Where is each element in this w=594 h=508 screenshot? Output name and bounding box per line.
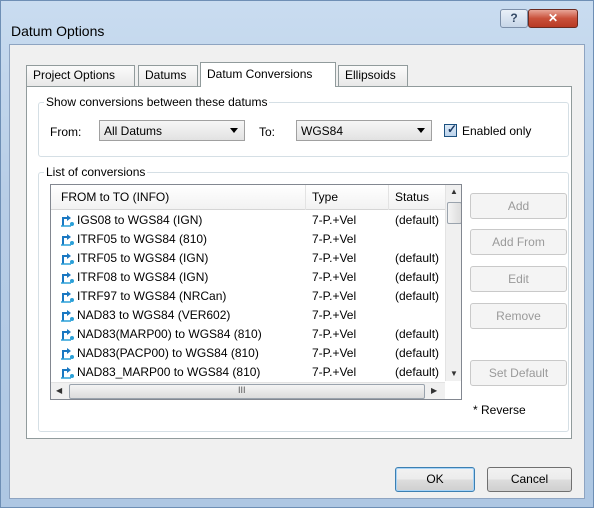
enabled-only-checkbox[interactable]: ✓ [444,122,458,137]
conversion-arrow-icon [61,310,74,322]
to-datum-value: WGS84 [301,124,344,138]
tab-label: Datums [145,68,187,82]
title-bar[interactable]: Datum Options ? ✕ [1,1,594,45]
scroll-right-icon[interactable]: ▶ [431,386,437,395]
conversion-type: 7-P.+Vel [312,308,357,322]
column-divider[interactable] [305,185,306,210]
to-label: To: [259,125,276,139]
checkmark-icon: ✓ [447,122,458,136]
conversion-status: (default) [395,289,440,303]
from-label: From: [50,125,82,139]
from-datum-select[interactable]: All Datums [99,120,245,141]
reverse-note: * Reverse [473,403,526,417]
conversion-arrow-icon [61,253,74,265]
tab-ellipsoids[interactable]: Ellipsoids [338,65,408,86]
scroll-down-icon[interactable]: ▼ [450,369,458,378]
add-button[interactable]: Add [470,193,567,219]
close-icon: ✕ [547,11,559,25]
table-row[interactable]: NAD83 to WGS84 (VER602) 7-P.+Vel [51,306,445,325]
scroll-left-icon[interactable]: ◀ [56,386,62,395]
tab-project-options[interactable]: Project Options [26,65,135,86]
add-from-button[interactable]: Add From [470,229,567,255]
set-default-button[interactable]: Set Default [470,360,567,386]
conversion-status: (default) [395,251,440,265]
conversion-status: (default) [395,270,440,284]
tab-label: Datum Conversions [207,67,313,81]
list-header: FROM to TO (INFO) Type Status [51,185,445,210]
table-row[interactable]: IGS08 to WGS84 (IGN) 7-P.+Vel (default) [51,211,445,230]
conversion-arrow-icon [61,272,74,284]
conversion-name: ITRF08 to WGS84 (IGN) [77,270,209,284]
vertical-scrollbar[interactable]: ▲ ▼ [445,185,461,381]
close-button[interactable]: ✕ [528,9,578,28]
help-button[interactable]: ? [500,9,528,28]
group-title: Show conversions between these datums [44,95,270,109]
conversion-name: ITRF05 to WGS84 (IGN) [77,251,209,265]
table-row[interactable]: ITRF08 to WGS84 (IGN) 7-P.+Vel (default) [51,268,445,287]
window-title: Datum Options [11,23,105,39]
conversion-arrow-icon [61,367,74,379]
to-datum-select[interactable]: WGS84 [296,120,432,141]
tab-datum-conversions[interactable]: Datum Conversions [200,62,336,87]
conversion-status: (default) [395,327,440,341]
scroll-grip-label: III [238,385,246,395]
table-row[interactable]: NAD83(PACP00) to WGS84 (810) 7-P.+Vel (def… [51,344,445,363]
horizontal-scroll-thumb[interactable]: III [69,384,425,399]
conversion-arrow-icon [61,215,74,227]
conversion-status: (default) [395,213,440,227]
tab-label: Project Options [33,68,116,82]
tab-datums[interactable]: Datums [138,65,198,86]
column-header-status[interactable]: Status [395,190,429,204]
conversion-type: 7-P.+Vel [312,270,357,284]
conversion-type: 7-P.+Vel [312,251,357,265]
table-row[interactable]: ITRF05 to WGS84 (810) 7-P.+Vel [51,230,445,249]
conversion-name: ITRF05 to WGS84 (810) [77,232,208,246]
conversion-type: 7-P.+Vel [312,213,357,227]
conversion-arrow-icon [61,348,74,360]
enabled-only-label[interactable]: Enabled only [462,124,531,138]
tab-label: Ellipsoids [345,68,396,82]
question-mark-icon: ? [510,11,518,25]
conversion-arrow-icon [61,329,74,341]
column-divider[interactable] [388,185,389,210]
chevron-down-icon [417,128,425,133]
table-row[interactable]: ITRF05 to WGS84 (IGN) 7-P.+Vel (default) [51,249,445,268]
edit-button[interactable]: Edit [470,266,567,292]
vertical-scroll-thumb[interactable] [447,202,461,224]
conversion-name: ITRF97 to WGS84 (NRCan) [77,289,227,303]
chevron-down-icon [230,128,238,133]
conversion-name: IGS08 to WGS84 (IGN) [77,213,203,227]
conversion-name: NAD83(MARP00) to WGS84 (810) [77,327,262,341]
horizontal-scrollbar[interactable]: ◀ III ▶ [51,382,445,399]
cancel-button[interactable]: Cancel [487,467,572,492]
group-title: List of conversions [44,165,148,179]
conversion-name: NAD83_MARP00 to WGS84 (810) [77,365,261,379]
column-header-type[interactable]: Type [312,190,338,204]
table-row[interactable]: NAD83_MARP00 to WGS84 (810) 7-P.+Vel (defa… [51,363,445,382]
ok-button[interactable]: OK [395,467,475,492]
conversion-arrow-icon [61,291,74,303]
conversion-type: 7-P.+Vel [312,346,357,360]
conversion-type: 7-P.+Vel [312,232,357,246]
table-row[interactable]: ITRF97 to WGS84 (NRCan) 7-P.+Vel (default) [51,287,445,306]
conversion-type: 7-P.+Vel [312,327,357,341]
conversion-name: NAD83(PACP00) to WGS84 (810) [77,346,259,360]
column-header-from-to[interactable]: FROM to TO (INFO) [61,190,169,204]
conversion-arrow-icon [61,234,74,246]
conversion-name: NAD83 to WGS84 (VER602) [77,308,231,322]
conversions-list[interactable]: FROM to TO (INFO) Type Status IGS08 to W… [50,184,462,400]
conversion-status: (default) [395,346,440,360]
table-row[interactable]: NAD83(MARP00) to WGS84 (810) 7-P.+Vel (def… [51,325,445,344]
conversion-type: 7-P.+Vel [312,289,357,303]
remove-button[interactable]: Remove [470,303,567,329]
from-datum-value: All Datums [104,124,163,138]
conversion-type: 7-P.+Vel [312,365,357,379]
conversion-status: (default) [395,365,440,379]
scroll-up-icon[interactable]: ▲ [450,187,458,196]
